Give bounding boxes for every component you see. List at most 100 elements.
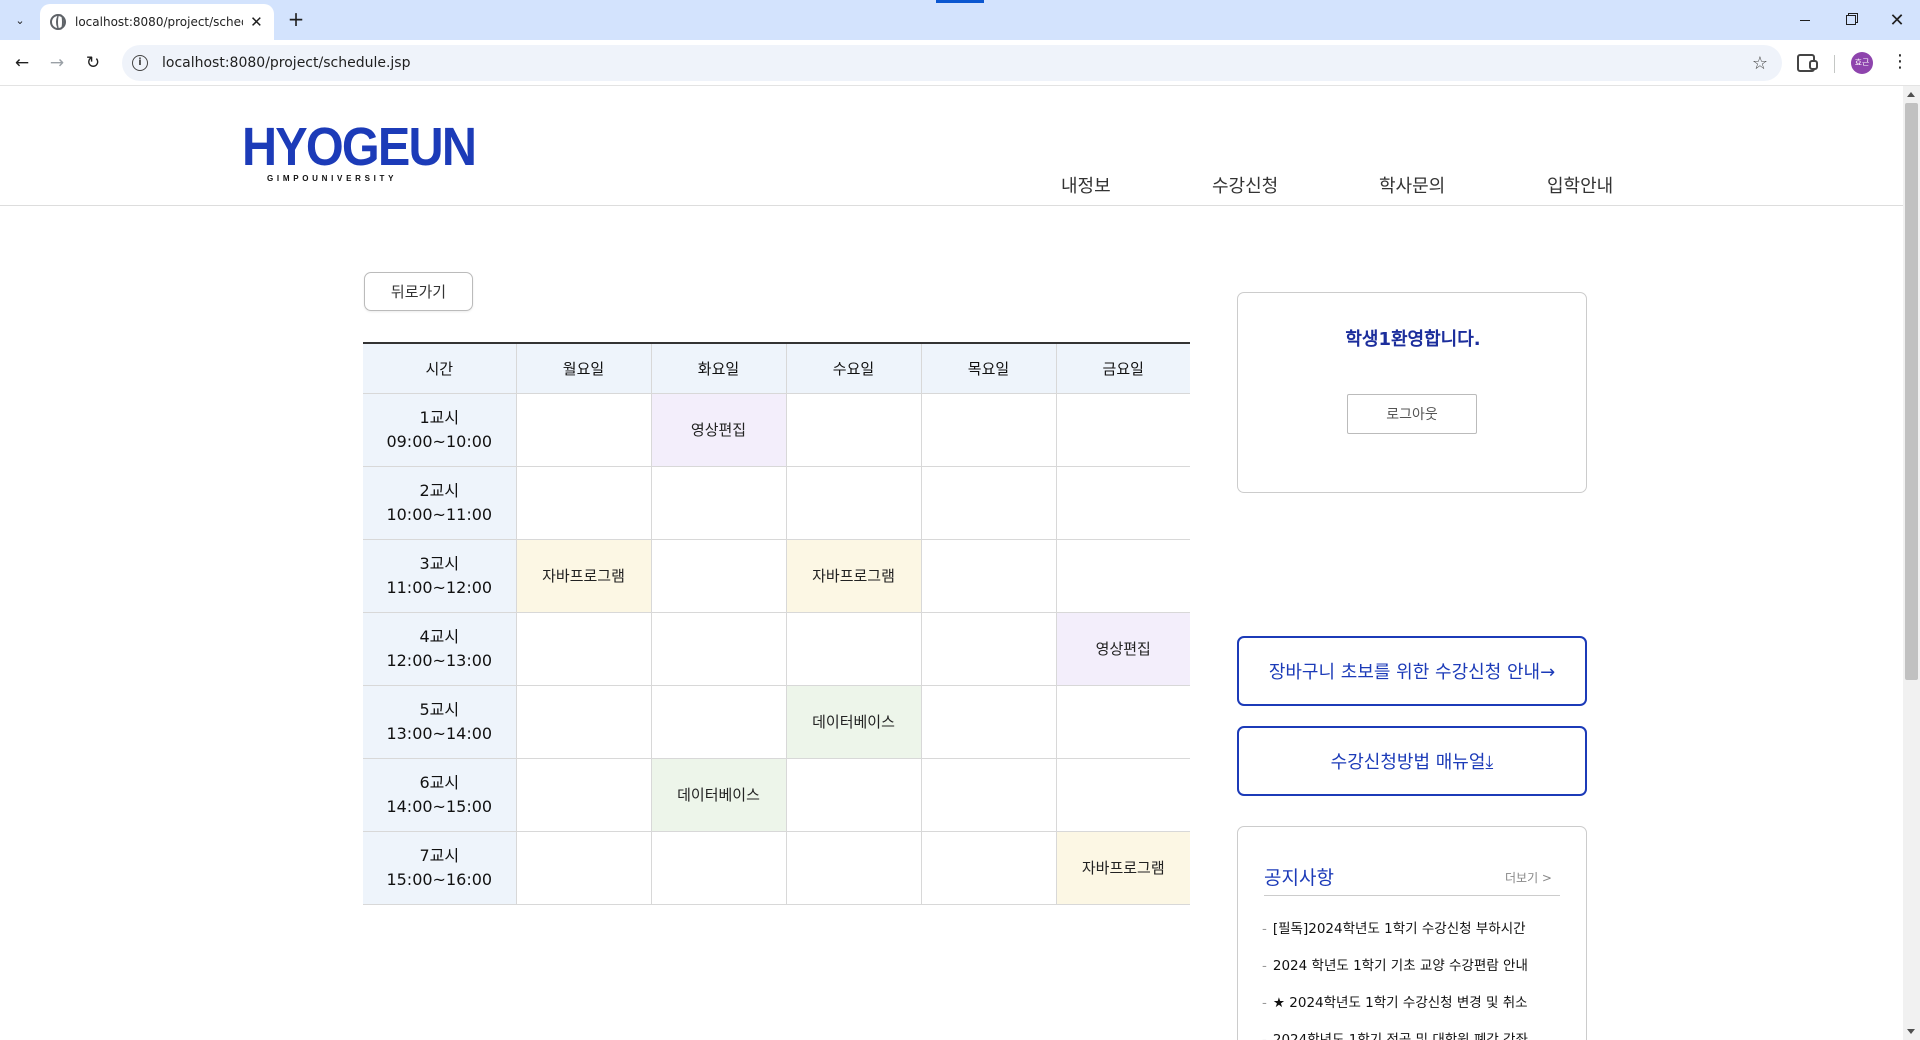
notice-item[interactable]: -2024 학년도 1학기 기초 교양 수강편람 안내 (1262, 954, 1572, 991)
period-cell: 4교시 12:00~13:00 (363, 612, 517, 686)
back-button[interactable]: 뒤로가기 (364, 272, 473, 311)
scroll-up-icon[interactable] (1907, 92, 1915, 97)
extensions-icon[interactable] (1797, 54, 1818, 72)
class-cell-wednesday (786, 393, 922, 467)
tab-close-icon[interactable]: ✕ (249, 13, 264, 31)
class-cell-monday (516, 758, 652, 832)
period-time: 13:00~14:00 (386, 723, 493, 743)
period-label: 2교시 (419, 480, 460, 500)
period-cell: 6교시 14:00~15:00 (363, 758, 517, 832)
bookmark-star-icon[interactable]: ☆ (1752, 53, 1768, 74)
period-time: 15:00~16:00 (386, 869, 493, 889)
class-cell-wednesday (786, 758, 922, 832)
timetable: 시간 월요일 화요일 수요일 목요일 금요일 1교시 09:00~10:00 영상편… (363, 342, 1190, 905)
period-cell: 1교시 09:00~10:00 (363, 393, 517, 467)
notice-item[interactable]: - ★ 2024학년도 1학기 수강신청 변경 및 취소 (1262, 991, 1572, 1028)
profile-avatar[interactable]: 효근 (1851, 52, 1873, 74)
globe-icon (50, 14, 66, 30)
manual-download-button[interactable]: 수강신청방법 매뉴얼⤓ (1237, 726, 1587, 796)
logout-button[interactable]: 로그아웃 (1347, 394, 1477, 434)
class-cell-friday[interactable]: 영상편집 (1056, 612, 1190, 686)
class-cell-wednesday (786, 831, 922, 905)
registration-guide-button[interactable]: 장바구니 초보를 위한 수강신청 안내→ (1237, 636, 1587, 706)
tab-indicator (936, 0, 984, 3)
class-cell-wednesday[interactable]: 데이터베이스 (786, 685, 922, 759)
welcome-message: 학생1환영합니다. (1345, 329, 1481, 350)
site-header: HYOGEUN GIMPOUNIVERSITY 내정보 수강신청 학사문의 입학… (0, 86, 1903, 206)
tab-search-icon[interactable]: ⌄ (8, 8, 32, 32)
class-cell-friday (1056, 685, 1190, 759)
header-friday: 금요일 (1056, 343, 1190, 394)
reload-icon[interactable]: ↻ (79, 49, 107, 77)
welcome-panel: 학생1환영합니다. 로그아웃 (1237, 292, 1587, 493)
minimize-button[interactable] (1782, 0, 1828, 40)
class-cell-thursday (921, 685, 1057, 759)
period-time: 10:00~11:00 (386, 504, 493, 524)
back-arrow-icon[interactable]: ← (8, 49, 36, 77)
browser-toolbar: ← → ↻ i localhost:8080/project/schedule.… (0, 40, 1920, 86)
timetable-row: 6교시 14:00~15:00 데이터베이스 (363, 758, 1190, 832)
site-info-icon[interactable]: i (132, 55, 148, 71)
period-cell: 5교시 13:00~14:00 (363, 685, 517, 759)
class-cell-wednesday (786, 612, 922, 686)
toolbar-divider (1834, 55, 1835, 73)
tab-title: localhost:8080/project/schedule.jsp (75, 15, 243, 29)
period-time: 14:00~15:00 (386, 796, 493, 816)
class-cell-monday (516, 685, 652, 759)
more-menu-icon[interactable]: ⋮ (1890, 50, 1910, 76)
notice-item[interactable]: - [필독]2024학년도 1학기 수강신청 부하시간 (1262, 917, 1572, 954)
browser-tab[interactable]: localhost:8080/project/schedule.jsp ✕ (40, 4, 274, 40)
timetable-row: 1교시 09:00~10:00 영상편집 (363, 393, 1190, 467)
scroll-down-icon[interactable] (1907, 1029, 1915, 1034)
period-cell: 2교시 10:00~11:00 (363, 466, 517, 540)
timetable-row: 7교시 15:00~16:00 자바프로그램 (363, 831, 1190, 905)
header-time: 시간 (363, 343, 517, 394)
class-cell-tuesday (651, 831, 787, 905)
browser-chrome: ⌄ localhost:8080/project/schedule.jsp ✕ … (0, 0, 1920, 86)
close-window-button[interactable]: ✕ (1874, 0, 1920, 40)
class-cell-tuesday[interactable]: 영상편집 (651, 393, 787, 467)
timetable-row: 3교시 11:00~12:00 자바프로그램 자바프로그램 (363, 539, 1190, 613)
notice-item[interactable]: -2024학년도 1학기 전공 및 대학원 폐강 강좌 (1262, 1028, 1572, 1040)
scroll-thumb[interactable] (1905, 103, 1918, 680)
class-cell-monday (516, 612, 652, 686)
university-logo[interactable]: HYOGEUN GIMPOUNIVERSITY (242, 117, 477, 190)
url-text[interactable]: localhost:8080/project/schedule.jsp (162, 55, 410, 71)
class-cell-friday (1056, 466, 1190, 540)
class-cell-wednesday[interactable]: 자바프로그램 (786, 539, 922, 613)
class-cell-friday[interactable]: 자바프로그램 (1056, 831, 1190, 905)
header-tuesday: 화요일 (651, 343, 787, 394)
timetable-row: 4교시 12:00~13:00 영상편집 (363, 612, 1190, 686)
class-cell-tuesday (651, 466, 787, 540)
period-label: 3교시 (419, 553, 460, 573)
new-tab-button[interactable]: + (284, 8, 308, 32)
tab-strip: ⌄ localhost:8080/project/schedule.jsp ✕ … (0, 0, 1920, 40)
nav-item-my-info[interactable]: 내정보 (1061, 172, 1111, 198)
period-label: 7교시 (419, 845, 460, 865)
nav-item-academic-inquiry[interactable]: 학사문의 (1379, 172, 1445, 198)
address-bar[interactable]: i localhost:8080/project/schedule.jsp ☆ (122, 45, 1782, 81)
timetable-row: 2교시 10:00~11:00 (363, 466, 1190, 540)
notice-more-link[interactable]: 더보기 > (1505, 869, 1552, 886)
period-time: 11:00~12:00 (386, 577, 493, 597)
header-monday: 월요일 (516, 343, 652, 394)
page-scrollbar[interactable] (1903, 86, 1920, 1040)
header-thursday: 목요일 (921, 343, 1057, 394)
class-cell-tuesday (651, 685, 787, 759)
class-cell-tuesday[interactable]: 데이터베이스 (651, 758, 787, 832)
restore-button[interactable] (1828, 0, 1874, 40)
period-label: 1교시 (419, 407, 460, 427)
forward-arrow-icon[interactable]: → (43, 49, 71, 77)
timetable-row: 5교시 13:00~14:00 데이터베이스 (363, 685, 1190, 759)
nav-item-course-registration[interactable]: 수강신청 (1212, 172, 1278, 198)
page-viewport: HYOGEUN GIMPOUNIVERSITY 내정보 수강신청 학사문의 입학… (0, 86, 1920, 1040)
class-cell-monday[interactable]: 자바프로그램 (516, 539, 652, 613)
class-cell-tuesday (651, 612, 787, 686)
nav-item-admission[interactable]: 입학안내 (1547, 172, 1613, 198)
class-cell-thursday (921, 831, 1057, 905)
period-cell: 3교시 11:00~12:00 (363, 539, 517, 613)
class-cell-monday (516, 393, 652, 467)
class-cell-wednesday (786, 466, 922, 540)
class-cell-tuesday (651, 539, 787, 613)
logo-text: HYOGEUN (242, 117, 477, 177)
